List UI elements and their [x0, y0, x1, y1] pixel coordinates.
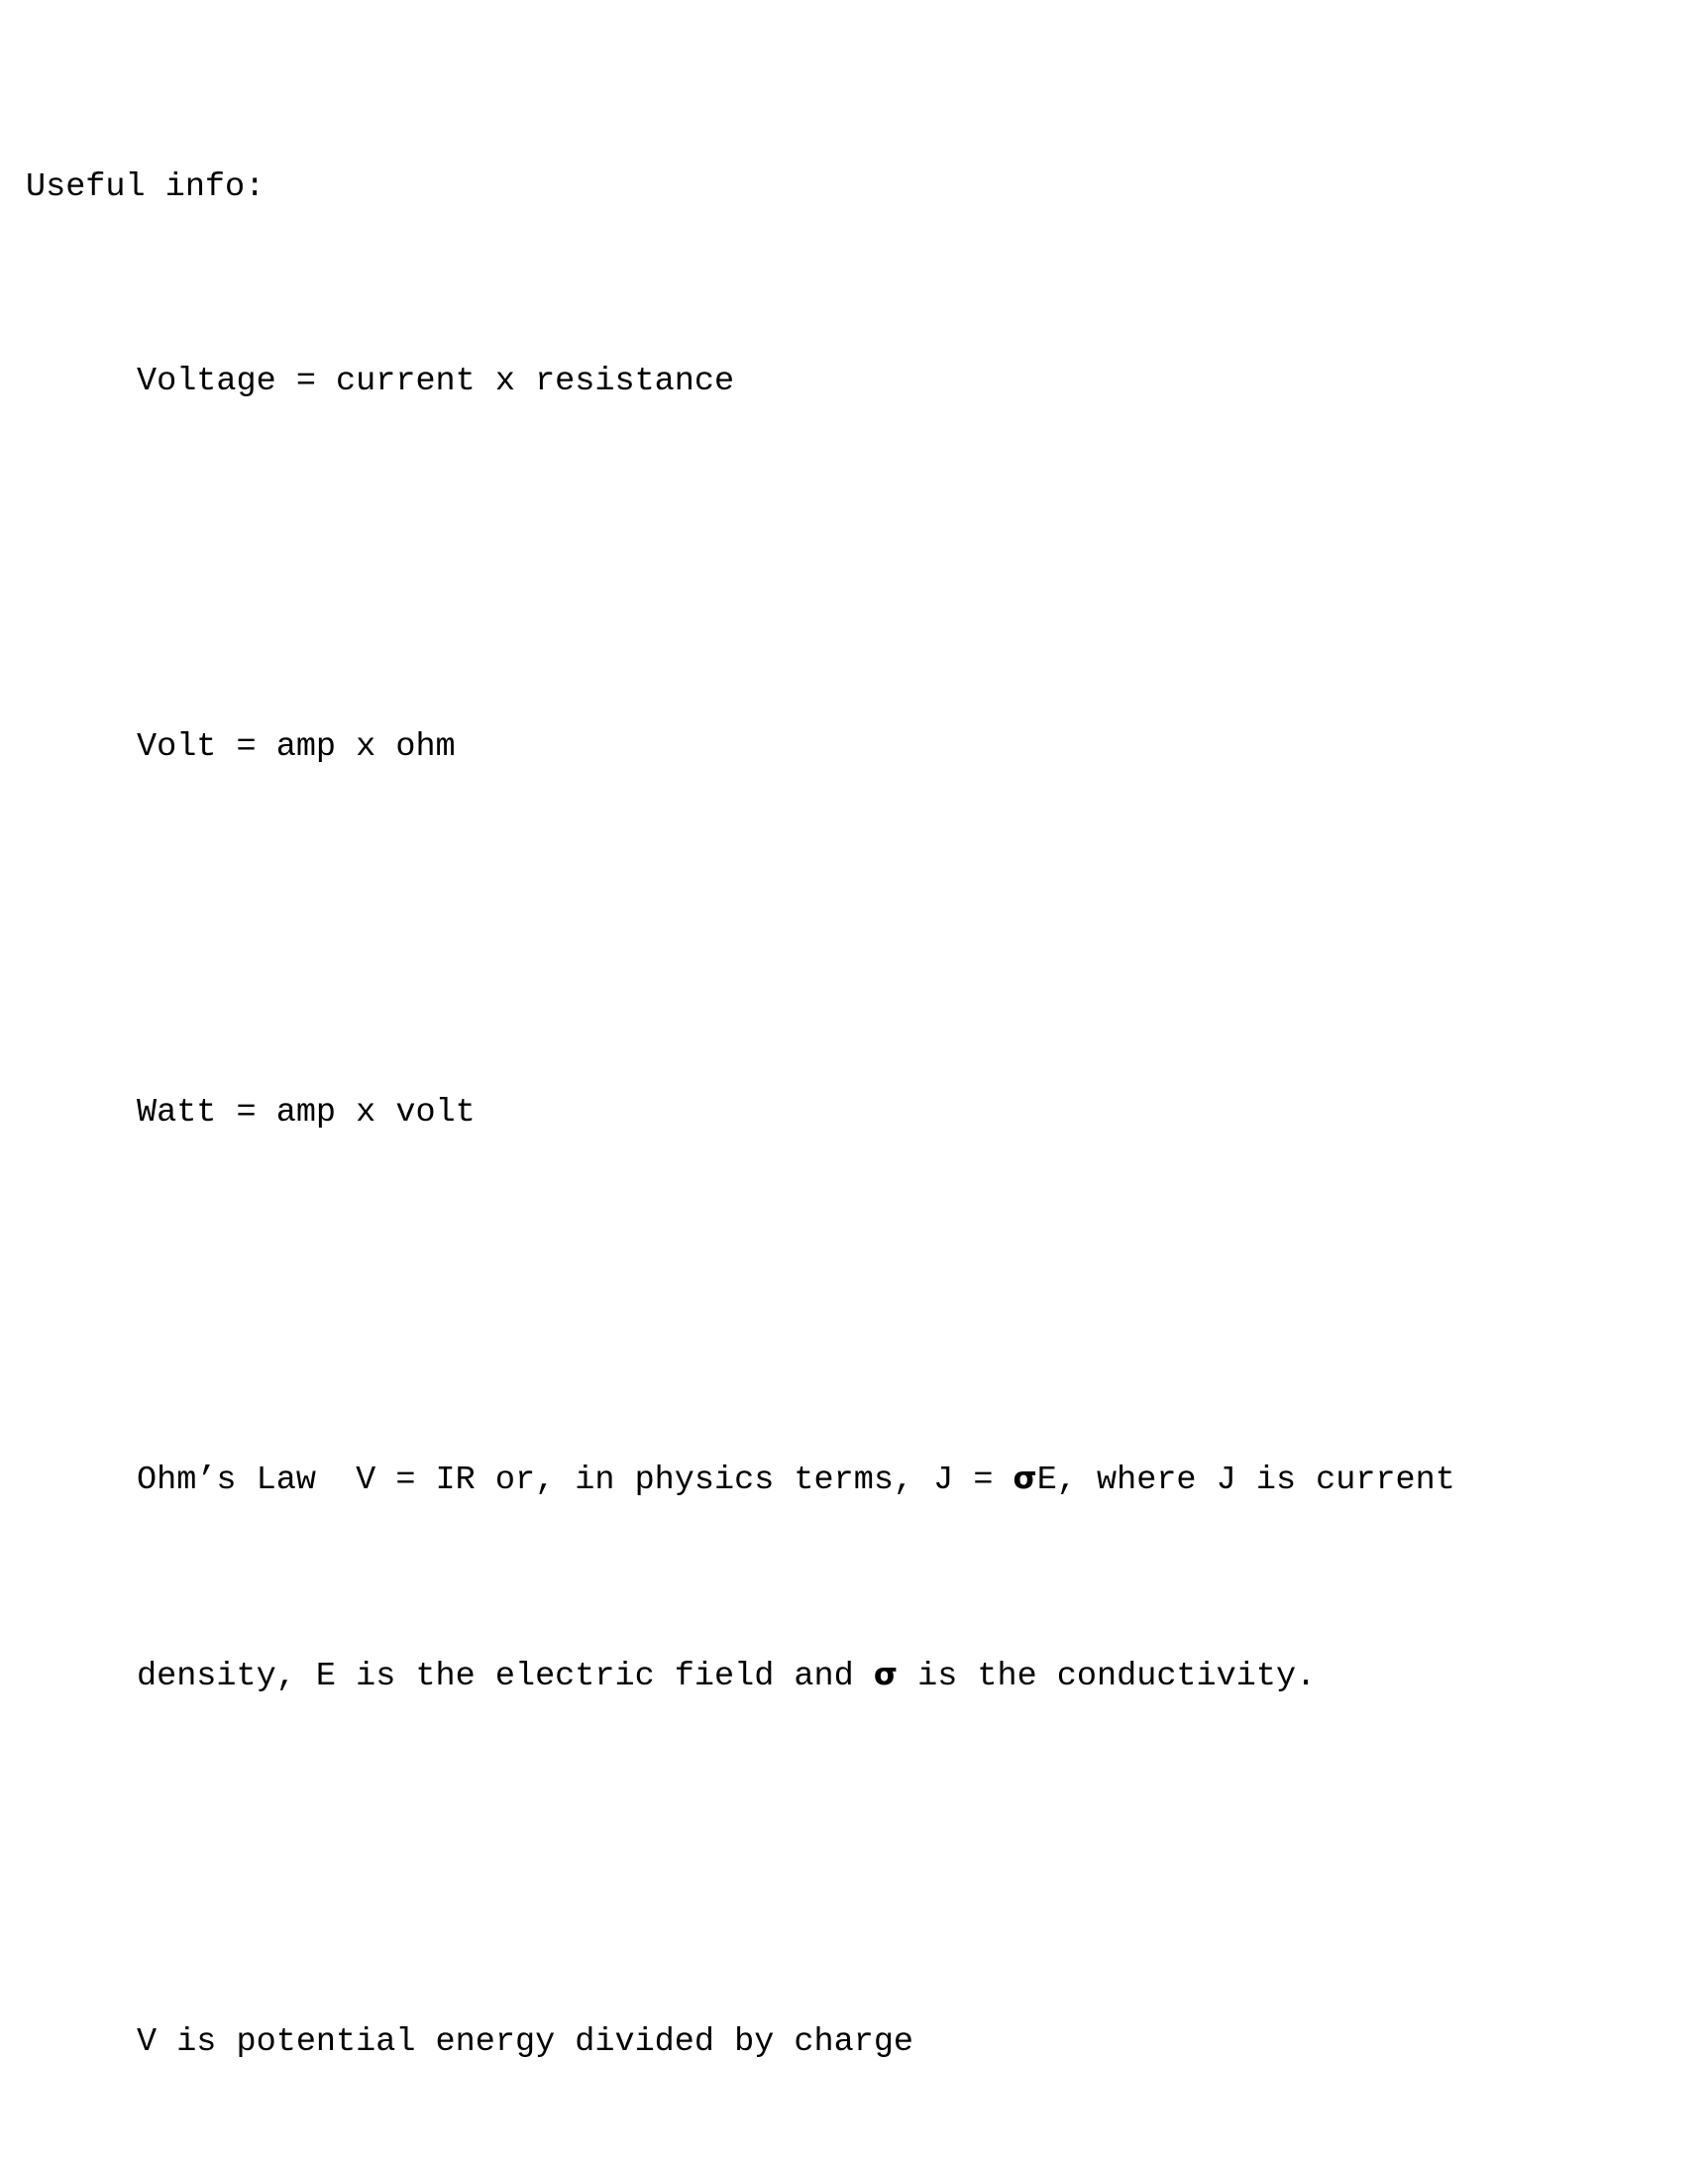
potential-energy-line: V is potential energy divided by charge — [137, 2023, 914, 2061]
ohms-law-text-d: is the conductivity. — [897, 1658, 1317, 1695]
heading-useful-info: Useful info: — [26, 168, 266, 206]
formula-voltage: Voltage = current x resistance — [137, 363, 735, 400]
document-page: Useful info: Voltage = current x resista… — [0, 0, 1708, 2061]
document-body: Useful info: Voltage = current x resista… — [26, 18, 1700, 2168]
ohms-law-line-1: Ohm’s Law V = IR or, in physics terms, J… — [26, 1455, 1700, 1505]
sigma-symbol: σ — [873, 1657, 898, 1692]
ohms-law-text-b: E, where J is current — [1036, 1462, 1455, 1499]
ohms-law-text-c: density, E is the electric field and — [137, 1658, 874, 1695]
sigma-symbol: σ — [1013, 1461, 1037, 1496]
formula-volt: Volt = amp x ohm — [137, 728, 456, 766]
ohms-law-text-a: Ohm’s Law V = IR or, in physics terms, J… — [137, 1462, 1014, 1499]
ohms-law-line-2: density, E is the electric field and σ i… — [26, 1651, 1700, 1701]
formula-watt: Watt = amp x volt — [137, 1094, 476, 1132]
